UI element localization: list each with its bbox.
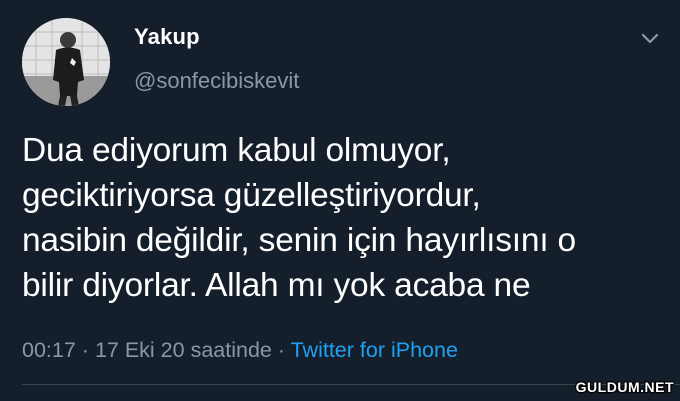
chevron-down-icon[interactable] <box>638 26 662 50</box>
tweet-source-link[interactable]: Twitter for iPhone <box>291 338 458 362</box>
meta-separator: · <box>81 338 89 362</box>
tweet-time[interactable]: 00:17 <box>22 338 76 362</box>
tweet-card: Yakup @sonfecibiskevit Dua ediyorum kabu… <box>0 0 680 401</box>
watermark: GULDUM.NET <box>575 379 674 395</box>
avatar[interactable] <box>22 18 110 106</box>
tweet-date[interactable]: 17 Eki 20 saatinde <box>95 338 272 362</box>
tweet-text: Dua ediyorum kabul olmuyor, geciktiriyor… <box>22 128 668 308</box>
tweet-text-line: geciktiriyorsa güzelleştiriyordur, <box>22 177 481 214</box>
tweet-text-line: bilir diyorlar. Allah mı yok acaba ne <box>22 267 531 304</box>
avatar-photo <box>22 18 110 106</box>
tweet-text-line: nasibin değildir, senin için hayırlısını… <box>22 222 576 259</box>
display-name[interactable]: Yakup <box>134 24 200 50</box>
tweet-text-line: Dua ediyorum kabul olmuyor, <box>22 132 451 169</box>
username-handle[interactable]: @sonfecibiskevit <box>134 68 299 94</box>
meta-separator: · <box>277 338 286 362</box>
tweet-meta: 00:17 · 17 Eki 20 saatinde · Twitter for… <box>22 338 458 363</box>
